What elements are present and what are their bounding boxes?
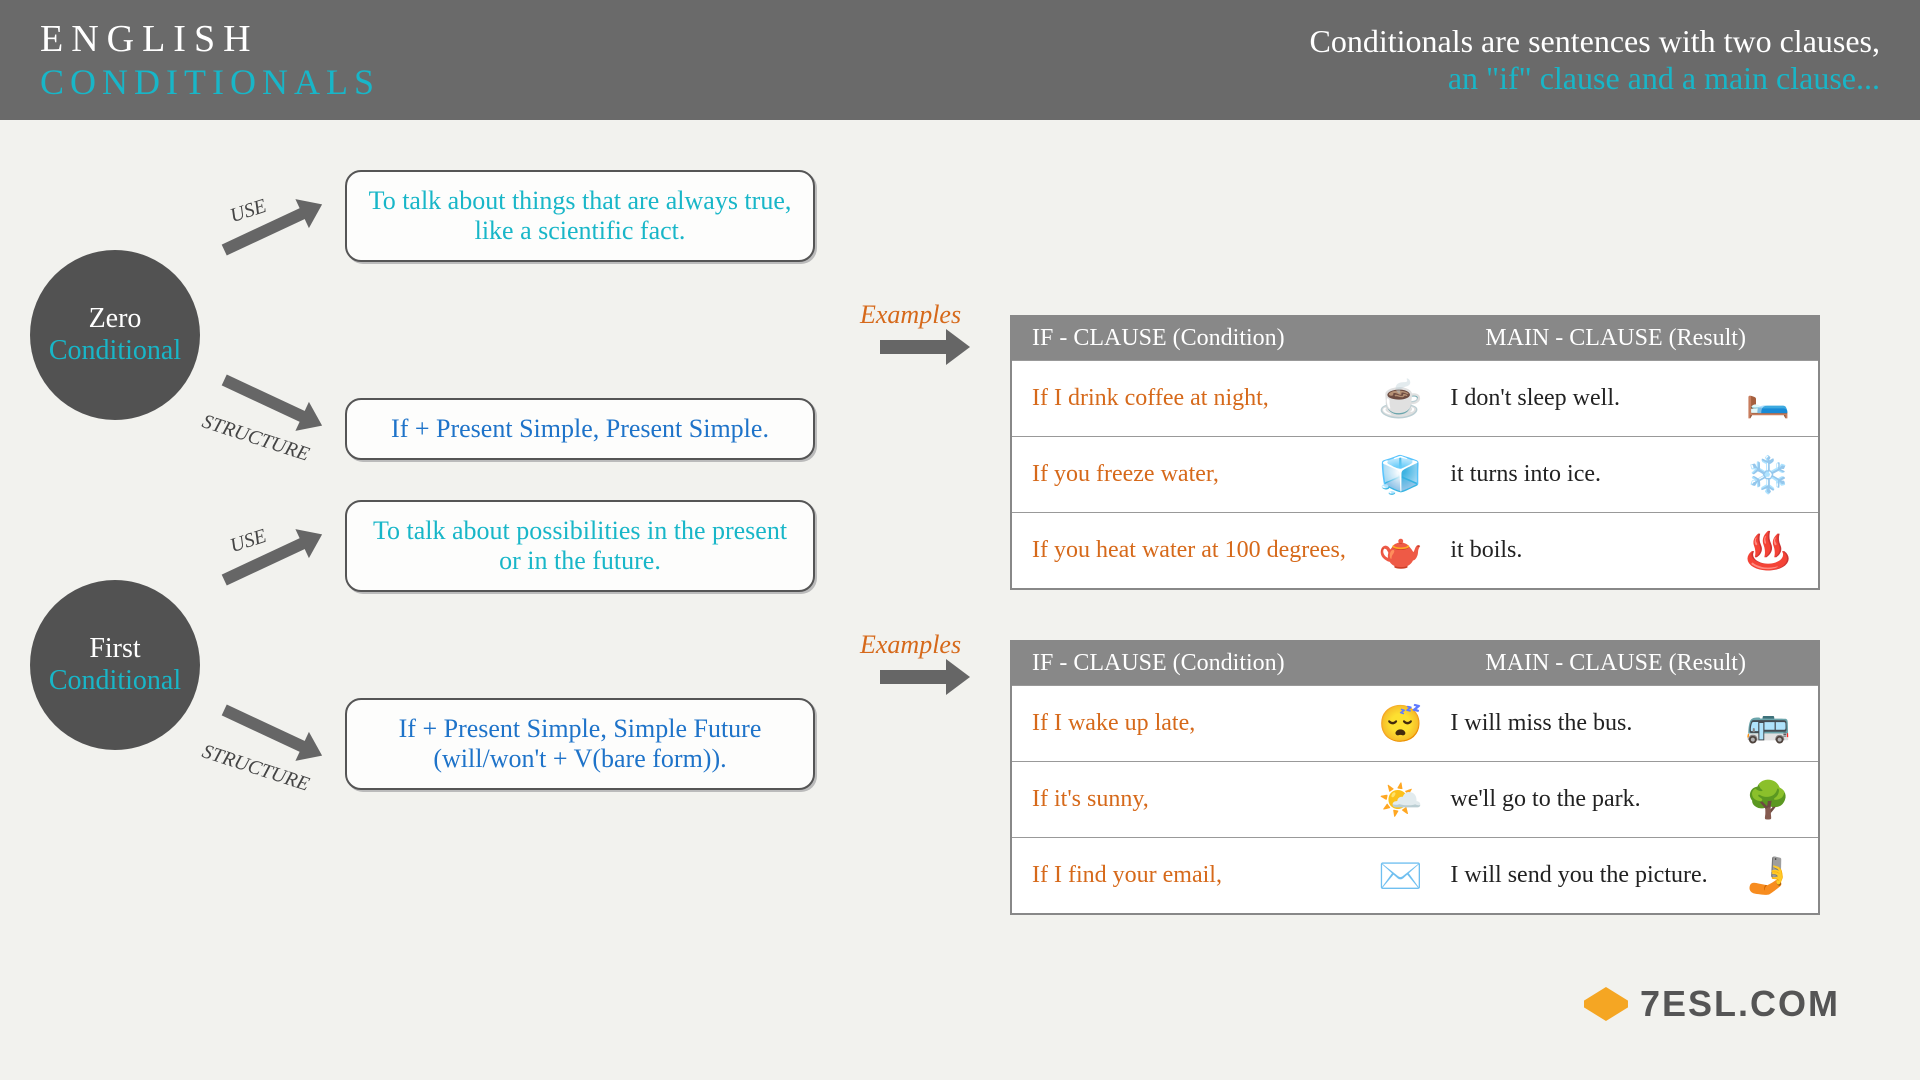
- use-tag: USE: [227, 525, 269, 558]
- first-conditional-block: First Conditional USE STRUCTURE To talk …: [20, 500, 840, 790]
- header-bar: ENGLISH CONDITIONALS Conditionals are se…: [0, 0, 1920, 120]
- main-clause-header: MAIN - CLAUSE (Result): [1433, 325, 1798, 352]
- table-row: If you freeze water, 🧊 it turns into ice…: [1012, 436, 1818, 512]
- sun-icon: 🌤️: [1370, 772, 1430, 827]
- kettle-icon: 🫖: [1370, 523, 1430, 578]
- steam-icon: ♨️: [1738, 523, 1798, 578]
- title-conditionals: CONDITIONALS: [40, 61, 380, 103]
- zero-circle: Zero Conditional: [30, 250, 200, 420]
- title-english: ENGLISH: [40, 17, 380, 61]
- table-row: If I drink coffee at night, ☕ I don't sl…: [1012, 360, 1818, 436]
- definition-line2: an "if" clause and a main clause...: [1309, 60, 1880, 97]
- table-row: If I find your email, ✉️ I will send you…: [1012, 837, 1818, 913]
- main-clause-text: I will miss the bus.: [1430, 710, 1738, 737]
- selfie-icon: 🤳: [1738, 848, 1798, 903]
- table-row: If it's sunny, 🌤️ we'll go to the park. …: [1012, 761, 1818, 837]
- table-header: IF - CLAUSE (Condition) MAIN - CLAUSE (R…: [1012, 642, 1818, 685]
- ice-icon: ❄️: [1738, 447, 1798, 502]
- first-name: First: [89, 633, 140, 665]
- main-clause-text: it boils.: [1430, 537, 1738, 564]
- if-clause-text: If you heat water at 100 degrees,: [1032, 537, 1370, 564]
- if-clause-text: If you freeze water,: [1032, 461, 1370, 488]
- brand-text: 7ESL.COM: [1640, 983, 1840, 1025]
- email-icon: ✉️: [1370, 848, 1430, 903]
- first-circle: First Conditional: [30, 580, 200, 750]
- header-title: ENGLISH CONDITIONALS: [40, 17, 380, 103]
- if-clause-text: If I find your email,: [1032, 862, 1370, 889]
- main-clause-text: we'll go to the park.: [1430, 786, 1738, 813]
- if-clause-text: If I wake up late,: [1032, 710, 1370, 737]
- zero-cond: Conditional: [49, 335, 181, 367]
- bus-icon: 🚌: [1738, 696, 1798, 751]
- coffee-icon: ☕: [1370, 371, 1430, 426]
- table-row: If you heat water at 100 degrees, 🫖 it b…: [1012, 512, 1818, 588]
- header-definition: Conditionals are sentences with two clau…: [1309, 23, 1880, 97]
- zero-use-bubble: To talk about things that are always tru…: [345, 170, 815, 262]
- first-example-table: IF - CLAUSE (Condition) MAIN - CLAUSE (R…: [1010, 640, 1820, 915]
- first-use-bubble: To talk about possibilities in the prese…: [345, 500, 815, 592]
- brand-icon: [1584, 987, 1628, 1021]
- main-clause-text: I will send you the picture.: [1430, 862, 1738, 889]
- table-row: If I wake up late, 😴 I will miss the bus…: [1012, 685, 1818, 761]
- main-clause-text: I don't sleep well.: [1430, 385, 1738, 412]
- if-clause-text: If it's sunny,: [1032, 786, 1370, 813]
- if-clause-header: IF - CLAUSE (Condition): [1032, 650, 1433, 677]
- arrow-icon: [222, 705, 309, 754]
- zero-structure-bubble: If + Present Simple, Present Simple.: [345, 398, 815, 460]
- main-clause-text: it turns into ice.: [1430, 461, 1738, 488]
- arrow-icon: [222, 375, 309, 424]
- zero-name: Zero: [89, 303, 142, 335]
- park-icon: 🌳: [1738, 772, 1798, 827]
- freezer-icon: 🧊: [1370, 447, 1430, 502]
- definition-line1: Conditionals are sentences with two clau…: [1309, 23, 1880, 60]
- if-clause-header: IF - CLAUSE (Condition): [1032, 325, 1433, 352]
- arrow-icon: [880, 340, 950, 354]
- first-structure-bubble: If + Present Simple, Simple Future (will…: [345, 698, 815, 790]
- main-clause-header: MAIN - CLAUSE (Result): [1433, 650, 1798, 677]
- sleep-icon: 😴: [1370, 696, 1430, 751]
- if-clause-text: If I drink coffee at night,: [1032, 385, 1370, 412]
- zero-example-table: IF - CLAUSE (Condition) MAIN - CLAUSE (R…: [1010, 315, 1820, 590]
- content-area: Zero Conditional USE STRUCTURE To talk a…: [0, 120, 1920, 1040]
- arrow-icon: [880, 670, 950, 684]
- table-header: IF - CLAUSE (Condition) MAIN - CLAUSE (R…: [1012, 317, 1818, 360]
- examples-label: Examples: [860, 630, 961, 660]
- zero-conditional-block: Zero Conditional USE STRUCTURE To talk a…: [20, 170, 840, 460]
- bed-icon: 🛏️: [1738, 371, 1798, 426]
- first-cond: Conditional: [49, 665, 181, 697]
- examples-label: Examples: [860, 300, 961, 330]
- brand-footer: 7ESL.COM: [1584, 983, 1840, 1025]
- use-tag: USE: [227, 195, 269, 228]
